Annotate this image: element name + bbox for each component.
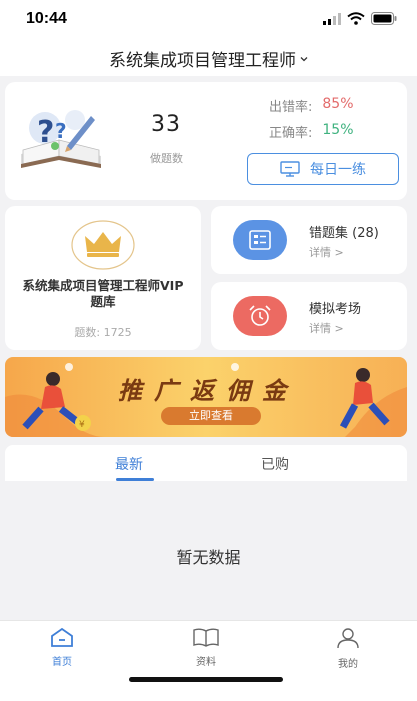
mock-exam-icon-bg	[233, 296, 287, 336]
nav-material-label: 资料	[196, 657, 216, 668]
book-icon	[193, 628, 219, 647]
home-indicator	[129, 677, 283, 682]
nav-mine[interactable]: 我的	[318, 627, 378, 670]
mock-exam-detail-link[interactable]: 详情 >	[309, 320, 344, 336]
nav-home-label: 首页	[52, 657, 72, 668]
wrong-questions-icon-bg	[233, 220, 287, 260]
wrong-questions-title: 错题集 (28)	[309, 226, 379, 241]
mock-exam-title: 模拟考场	[309, 302, 362, 317]
signal-icon	[323, 12, 341, 25]
daily-practice-label: 每日一练	[310, 162, 366, 178]
alarm-clock-icon	[249, 305, 271, 326]
error-rate-value: 85%	[322, 96, 354, 112]
mock-exam-card[interactable]: 模拟考场 详情 >	[211, 282, 407, 350]
correct-rate-label: 正确率:	[269, 126, 313, 141]
vip-bank-name: 系统集成项目管理工程师VIP题库	[22, 278, 184, 309]
app-header: 系统集成项目管理工程师	[0, 40, 417, 76]
wifi-icon	[347, 12, 365, 25]
list-tabs: 最新 已购	[5, 445, 407, 481]
subject-selector[interactable]: 系统集成项目管理工程师	[109, 46, 308, 71]
tab-purchased[interactable]: 已购	[261, 454, 289, 474]
list-icon	[249, 230, 271, 250]
wrong-questions-card[interactable]: 错题集 (28) 详情 >	[211, 206, 407, 274]
tab-latest[interactable]: 最新	[115, 454, 143, 474]
person-icon	[337, 628, 359, 649]
correct-rate-row: 正确率: 15%	[269, 122, 354, 141]
vip-question-bank-card[interactable]: 系统集成项目管理工程师VIP题库 题数: 1725	[5, 206, 201, 350]
nav-material[interactable]: 资料	[176, 627, 236, 668]
error-rate-label: 出错率:	[269, 100, 313, 115]
empty-state-text: 暂无数据	[176, 548, 241, 567]
correct-rate-value: 15%	[322, 122, 354, 138]
bottom-nav: 首页 资料 我的	[0, 620, 417, 701]
error-rate-row: 出错率: 85%	[269, 96, 354, 115]
status-time: 10:44	[26, 10, 67, 27]
chevron-down-icon	[300, 56, 308, 61]
status-bar: 10:44	[0, 0, 417, 40]
home-icon	[51, 627, 73, 647]
nav-mine-label: 我的	[338, 659, 358, 670]
done-count: 33	[151, 112, 181, 137]
book-question-illustration: ? ?	[21, 110, 101, 168]
monitor-icon	[280, 161, 300, 177]
wrong-questions-detail-link[interactable]: 详情 >	[309, 244, 344, 260]
battery-icon	[371, 12, 397, 25]
banner-title: 推广返佣金	[118, 377, 298, 405]
daily-practice-button[interactable]: 每日一练	[247, 153, 399, 185]
list-content: 暂无数据	[0, 481, 417, 619]
banner-view-now-button[interactable]: 立即查看	[161, 407, 261, 425]
svg-text:?: ?	[55, 119, 67, 143]
status-icons	[323, 12, 397, 25]
done-count-label: 做题数	[150, 152, 183, 165]
nav-home[interactable]: 首页	[32, 627, 92, 668]
stats-card: ? ? 33 做题数 出错率: 85% 正确率: 15% 每日一练	[5, 82, 407, 200]
crown-icon	[71, 220, 135, 270]
promotion-banner[interactable]: ¥ 推广返佣金 立即查看	[5, 357, 407, 437]
page-title: 系统集成项目管理工程师	[109, 51, 296, 71]
svg-text:¥: ¥	[79, 420, 85, 430]
vip-question-count: 题数: 1725	[74, 326, 132, 339]
